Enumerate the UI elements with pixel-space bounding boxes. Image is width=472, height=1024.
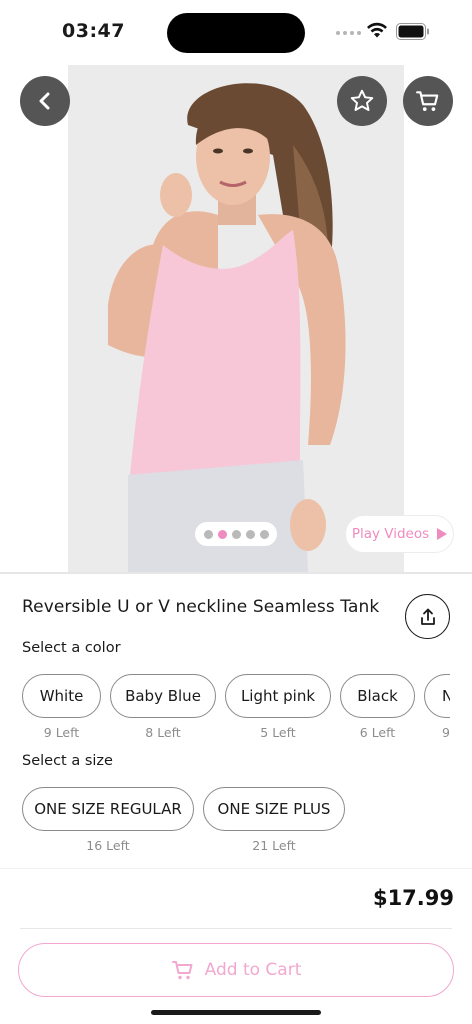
hero-margin-left [0,65,68,572]
color-chip-white[interactable]: White [22,674,101,718]
size-chip-plus[interactable]: ONE SIZE PLUS [203,787,345,831]
size-section-label: Select a size [22,753,113,769]
add-to-cart-label: Add to Cart [204,960,302,980]
pagination-dot[interactable] [259,529,269,539]
color-options: White 9 Left Baby Blue 8 Left Light pink… [22,674,450,740]
cart-icon [416,91,439,111]
color-option: N 9 [424,674,450,740]
size-chip-regular[interactable]: ONE SIZE REGULAR [22,787,194,831]
product-title: Reversible U or V neckline Seamless Tank [22,597,380,617]
color-option: White 9 Left [22,674,101,740]
signal-icon [336,31,361,35]
pagination-dot[interactable] [245,529,255,539]
color-option: Black 6 Left [340,674,415,740]
play-videos-label: Play Videos [351,526,430,542]
size-option: ONE SIZE REGULAR 16 Left [22,787,194,853]
favorite-button[interactable] [337,76,387,126]
color-chip-partial[interactable]: N [424,674,450,718]
color-chip-light-pink[interactable]: Light pink [225,674,331,718]
stock-count: 9 [442,725,450,740]
back-icon [39,92,50,110]
color-option: Light pink 5 Left [225,674,331,740]
price-divider [20,928,452,929]
product-image[interactable] [68,65,404,572]
stock-count: 6 Left [359,725,396,740]
stock-count: 8 Left [145,725,181,740]
wifi-icon [367,22,387,38]
cart-icon [171,961,193,980]
play-icon [437,528,448,540]
stock-count: 16 Left [86,838,130,853]
add-to-cart-button[interactable]: Add to Cart [18,943,454,997]
color-option: Baby Blue 8 Left [110,674,216,740]
size-option: ONE SIZE PLUS 21 Left [203,787,345,853]
pagination-dot-active[interactable] [217,529,227,539]
pagination-dot[interactable] [203,529,213,539]
image-pagination[interactable] [195,522,277,546]
share-button[interactable] [405,594,450,639]
status-bar: 03:47 [0,0,472,64]
stock-count: 9 Left [43,725,80,740]
color-section-label: Select a color [22,640,121,656]
product-price: $17.99 [372,886,454,910]
star-icon [350,89,374,111]
product-photo [68,65,404,572]
stock-count: 21 Left [252,838,296,853]
status-time: 03:47 [62,20,125,42]
footer-divider [0,868,472,869]
cart-button[interactable] [403,76,453,126]
pagination-dot[interactable] [231,529,241,539]
share-icon [420,608,435,625]
battery-icon [396,23,429,40]
color-chip-baby-blue[interactable]: Baby Blue [110,674,216,718]
play-videos-button[interactable]: Play Videos [345,515,454,553]
color-chip-black[interactable]: Black [340,674,415,718]
stock-count: 5 Left [260,725,296,740]
back-button[interactable] [20,76,70,126]
divider [0,572,472,574]
size-options: ONE SIZE REGULAR 16 Left ONE SIZE PLUS 2… [22,787,450,853]
hero-margin-right [404,65,472,572]
home-indicator[interactable] [151,1010,321,1015]
dynamic-island [167,13,305,53]
